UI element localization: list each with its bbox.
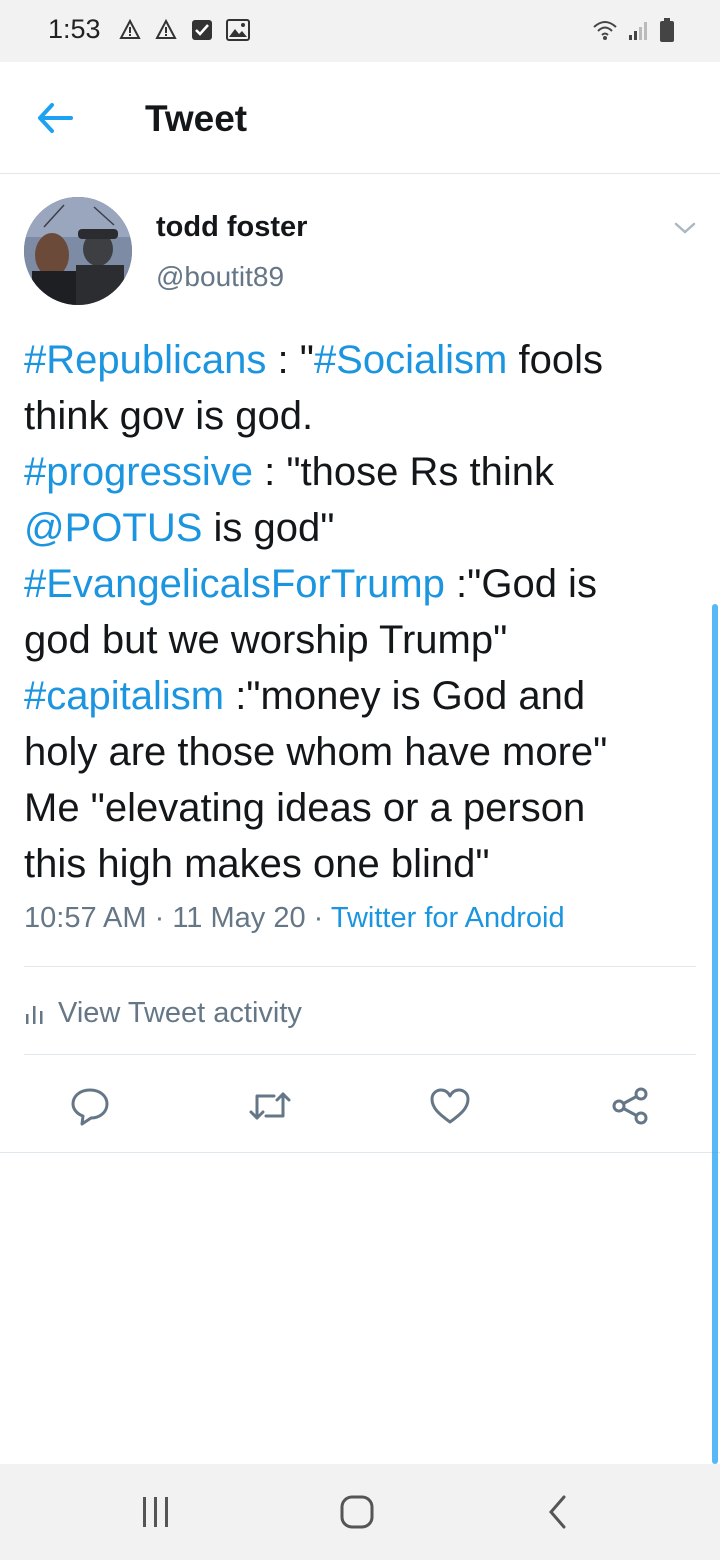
share-icon [612,1087,648,1125]
tweet-text-line: think gov is god. [24,388,704,444]
tweet-text-segment: think gov is god. [24,394,314,438]
divider [24,966,696,967]
tweet-text-line: god but we worship Trump" [24,612,704,668]
hashtag-link[interactable]: #capitalism [24,674,224,718]
tweet-text-segment: god but we worship Trump" [24,618,508,662]
tweet-text-segment: : "those Rs think [253,450,555,494]
author-name[interactable]: todd foster [156,211,307,244]
hashtag-link[interactable]: #Republicans [24,338,266,382]
back-icon [549,1495,566,1529]
system-icons [592,18,674,47]
tweet-text-segment: is god" [202,506,335,550]
tweet-text-line: this high makes one blind" [24,836,704,892]
back-button[interactable] [30,96,80,140]
reply-button[interactable] [66,1082,114,1130]
tweet-text-line: #progressive : "those Rs think [24,444,704,500]
tweet-text-line: @POTUS is god" [24,500,704,556]
tweet-meta: 10:57 AM · 11 May 20 · Twitter for Andro… [24,902,565,935]
author-handle[interactable]: @boutit89 [156,261,284,293]
divider [0,1152,720,1153]
arrow-left-icon [38,103,73,133]
image-icon [226,18,250,42]
tweet-text-segment: holy are those whom have more" [24,730,608,774]
chevron-down-icon [674,222,696,234]
mention-link[interactable]: @POTUS [24,506,202,550]
app-header: Tweet [0,62,720,174]
tweet-text-segment: Me "elevating ideas or a person [24,786,586,830]
battery-icon [660,18,674,47]
hashtag-link[interactable]: #Socialism [314,338,507,382]
tweet-text-segment: this high makes one blind" [24,842,490,886]
retweet-button[interactable] [246,1082,294,1130]
tweet-time: 10:57 AM [24,902,147,934]
tweet-date: 11 May 20 [172,902,306,934]
hashtag-link[interactable]: #progressive [24,450,253,494]
tweet-text-line: #Republicans : "#Socialism fools [24,332,704,388]
recent-apps-icon [143,1497,168,1527]
home-icon [340,1495,374,1529]
view-tweet-activity-button[interactable]: View Tweet activity [24,990,302,1036]
tweet-text-segment: fools [507,338,603,382]
meta-separator: · [154,902,165,934]
warning-icon [118,18,142,42]
system-nav-bar [0,1464,720,1560]
meta-separator: · [313,902,324,934]
bar-chart-icon [26,1006,43,1024]
divider [24,1054,696,1055]
share-button[interactable] [606,1082,654,1130]
tweet-source-link[interactable]: Twitter for Android [331,902,565,934]
home-button[interactable] [327,1490,387,1534]
tweet-text-segment: :"God is [444,562,597,606]
status-time: 1:53 [48,14,101,44]
signal-icon [628,19,650,46]
page-title: Tweet [145,98,248,139]
like-button[interactable] [426,1082,474,1130]
tweet-text: #Republicans : "#Socialism fools think go… [24,332,704,892]
tweet-text-line: holy are those whom have more" [24,724,704,780]
tweet-options-button[interactable] [668,213,702,243]
recent-apps-button[interactable] [126,1490,186,1534]
checkbox-icon [190,18,214,42]
tweet-action-bar [0,1070,720,1140]
notification-icons [118,18,250,42]
scrollbar[interactable] [712,604,718,1464]
heart-icon [430,1088,470,1124]
nav-back-button[interactable] [528,1490,588,1534]
hashtag-link[interactable]: #EvangelicalsForTrump [24,562,445,606]
warning-icon [154,18,178,42]
tweet-text-segment: : " [266,338,314,382]
retweet-icon [249,1092,291,1120]
avatar[interactable] [24,197,132,305]
tweet-text-line: Me "elevating ideas or a person [24,780,704,836]
activity-label: View Tweet activity [58,996,302,1029]
status-bar: 1:53 [0,0,720,62]
reply-icon [71,1088,109,1126]
tweet-text-line: #capitalism :"money is God and [24,668,704,724]
wifi-icon [592,19,618,46]
tweet-text-segment: :"money is God and [224,674,586,718]
tweet-text-line: #EvangelicalsForTrump :"God is [24,556,704,612]
